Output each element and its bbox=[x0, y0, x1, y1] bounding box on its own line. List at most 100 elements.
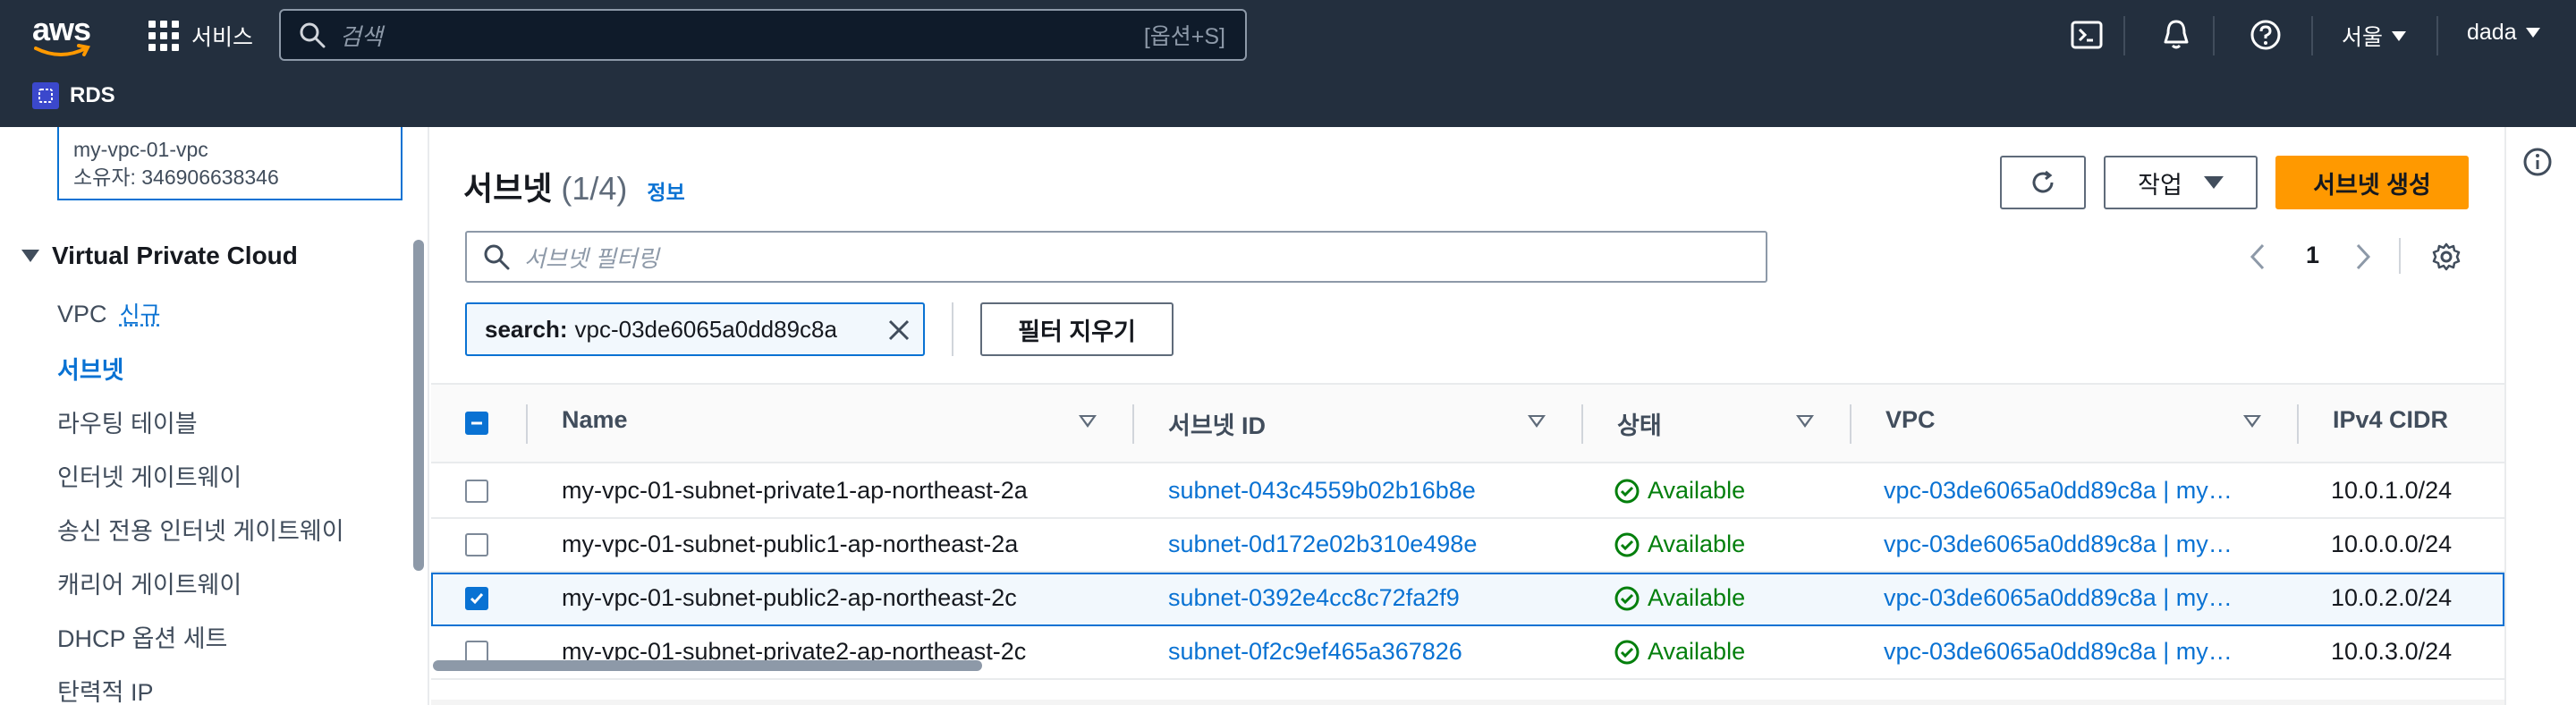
clear-filters-label: 필터 지우기 bbox=[1018, 318, 1136, 345]
top-navigation: aws 서비스 검색 [옵션+S] 서울 dada RDS bbox=[0, 0, 2576, 127]
sidebar-item-elastic-ips[interactable]: 탄력적 IP bbox=[57, 673, 154, 705]
actions-label: 작업 bbox=[2138, 171, 2182, 199]
sidebar-section-vpc[interactable]: Virtual Private Cloud bbox=[21, 242, 298, 270]
sidebar-item-internet-gateways[interactable]: 인터넷 게이트웨이 bbox=[57, 458, 242, 493]
nav-divider bbox=[2123, 16, 2125, 55]
subnet-id-link[interactable]: subnet-043c4559b02b16b8e bbox=[1168, 477, 1476, 505]
cloudshell-icon[interactable] bbox=[2070, 18, 2104, 52]
column-divider bbox=[1850, 404, 1852, 444]
sidebar-item-egress-only-igw[interactable]: 송신 전용 인터넷 게이트웨이 bbox=[57, 512, 344, 547]
column-divider bbox=[1581, 404, 1583, 444]
sidebar-item-carrier-gateways[interactable]: 캐리어 게이트웨이 bbox=[57, 565, 242, 600]
vpc-link[interactable]: vpc-03de6065a0dd89c8a | my… bbox=[1884, 584, 2233, 612]
gear-icon[interactable] bbox=[2431, 242, 2462, 272]
caret-down-icon bbox=[2525, 28, 2540, 38]
search-icon bbox=[300, 22, 326, 48]
sidebar-item-route-tables[interactable]: 라우팅 테이블 bbox=[57, 404, 198, 439]
table-row[interactable]: my-vpc-01-subnet-private1-ap-northeast-2… bbox=[431, 465, 2504, 519]
nav-divider bbox=[2436, 16, 2438, 55]
info-icon[interactable] bbox=[2522, 147, 2553, 177]
aws-smile-icon bbox=[34, 44, 90, 56]
search-placeholder: 검색 bbox=[340, 22, 383, 50]
table-row-selected[interactable]: my-vpc-01-subnet-public2-ap-northeast-2c… bbox=[431, 573, 2504, 626]
column-header-name[interactable]: Name bbox=[562, 406, 628, 434]
global-search-input[interactable]: 검색 [옵션+S] bbox=[279, 9, 1247, 61]
sidebar-item-vpc[interactable]: VPC 신규 bbox=[57, 297, 161, 329]
vpc-link[interactable]: vpc-03de6065a0dd89c8a | my… bbox=[1884, 477, 2233, 505]
sidebar-item-label: DHCP 옵션 세트 bbox=[57, 625, 228, 652]
refresh-icon bbox=[2032, 170, 2054, 193]
vpc-link[interactable]: vpc-03de6065a0dd89c8a | my… bbox=[1884, 531, 2233, 558]
status-badge: Available bbox=[1614, 531, 1745, 558]
sidebar-item-label: 송신 전용 인터넷 게이트웨이 bbox=[57, 518, 344, 545]
actions-button[interactable]: 작업 bbox=[2104, 156, 2258, 209]
sidebar-item-label: 서브넷 bbox=[57, 357, 124, 384]
nav-divider bbox=[2311, 16, 2313, 55]
row-checkbox[interactable] bbox=[465, 587, 488, 610]
row-checkbox[interactable] bbox=[465, 480, 488, 503]
refresh-button[interactable] bbox=[2000, 156, 2086, 209]
status-text: Available bbox=[1648, 638, 1746, 665]
selection-count: (1/4) bbox=[561, 170, 628, 207]
subnet-filter-input[interactable]: 서브넷 필터링 bbox=[465, 231, 1767, 283]
status-text: Available bbox=[1648, 477, 1746, 504]
subnet-id-link[interactable]: subnet-0f2c9ef465a367826 bbox=[1168, 638, 1462, 666]
sidebar-item-subnets[interactable]: 서브넷 bbox=[57, 351, 124, 386]
panel-header: 서브넷 (1/4) 정보 bbox=[463, 163, 685, 209]
table-row[interactable]: my-vpc-01-subnet-public1-ap-northeast-2a… bbox=[431, 519, 2504, 573]
sort-icon[interactable] bbox=[1079, 415, 1097, 428]
column-header-status[interactable]: 상태 bbox=[1617, 406, 1662, 441]
pager-divider bbox=[2399, 238, 2401, 274]
search-icon bbox=[484, 244, 510, 270]
current-page[interactable]: 1 bbox=[2306, 242, 2319, 269]
row-checkbox[interactable] bbox=[465, 533, 488, 556]
sidebar-item-dhcp-option-sets[interactable]: DHCP 옵션 세트 bbox=[57, 619, 227, 654]
new-badge: 신규 bbox=[119, 302, 161, 327]
table-horizontal-scrollbar[interactable] bbox=[433, 660, 982, 671]
caret-down-icon bbox=[2392, 30, 2407, 41]
sidebar-item-label: 캐리어 게이트웨이 bbox=[57, 572, 242, 599]
info-link[interactable]: 정보 bbox=[647, 175, 684, 206]
table-footer-strip bbox=[431, 700, 2504, 705]
subnet-id-link[interactable]: subnet-0392e4cc8c72fa2f9 bbox=[1168, 584, 1460, 612]
sidebar-item-label: 라우팅 테이블 bbox=[57, 411, 198, 437]
status-badge: Available bbox=[1614, 477, 1745, 505]
vpc-selector-card[interactable]: my-vpc-01-vpc 소유자: 346906638346 bbox=[57, 127, 402, 200]
subnet-id-link[interactable]: subnet-0d172e02b310e498e bbox=[1168, 531, 1477, 558]
create-subnet-label: 서브넷 생성 bbox=[2313, 171, 2431, 199]
close-icon[interactable] bbox=[886, 317, 912, 344]
sidebar-scrollbar[interactable] bbox=[413, 240, 424, 571]
column-header-vpc[interactable]: VPC bbox=[1885, 406, 1936, 434]
sort-icon[interactable] bbox=[2243, 415, 2261, 428]
sort-icon[interactable] bbox=[1796, 415, 1814, 428]
sidebar-item-label: 탄력적 IP bbox=[57, 679, 154, 705]
filter-divider bbox=[952, 302, 953, 356]
help-icon[interactable] bbox=[2249, 18, 2283, 52]
subnets-table: Name 서브넷 ID 상태 VPC IPv4 CIDR my-vpc-01-s… bbox=[431, 383, 2504, 705]
nav-divider bbox=[2213, 16, 2215, 55]
sidebar-section-title: Virtual Private Cloud bbox=[52, 242, 298, 269]
services-menu-button[interactable]: 서비스 bbox=[148, 18, 253, 54]
bell-icon[interactable] bbox=[2159, 18, 2193, 52]
account-menu[interactable]: dada bbox=[2467, 20, 2540, 46]
minus-icon bbox=[471, 421, 482, 425]
chevron-left-icon[interactable] bbox=[2247, 242, 2268, 272]
table-row[interactable]: my-vpc-01-subnet-private2-ap-northeast-2… bbox=[431, 626, 2504, 680]
status-text: Available bbox=[1648, 584, 1746, 611]
caret-down-icon bbox=[21, 250, 39, 262]
column-header-subnet-id[interactable]: 서브넷 ID bbox=[1168, 406, 1266, 441]
aws-logo[interactable]: aws bbox=[32, 11, 95, 63]
clear-filters-button[interactable]: 필터 지우기 bbox=[980, 302, 1174, 356]
subnet-name: my-vpc-01-subnet-private1-ap-northeast-2… bbox=[562, 477, 1028, 504]
select-all-checkbox[interactable] bbox=[465, 412, 488, 435]
check-circle-icon bbox=[1614, 479, 1640, 503]
service-shortcut-rds[interactable]: RDS bbox=[32, 82, 115, 109]
vpc-link[interactable]: vpc-03de6065a0dd89c8a | my… bbox=[1884, 638, 2233, 666]
column-divider bbox=[1132, 404, 1134, 444]
sort-icon[interactable] bbox=[1528, 415, 1546, 428]
region-menu[interactable]: 서울 bbox=[2342, 20, 2407, 52]
column-header-ipv4-cidr[interactable]: IPv4 CIDR bbox=[2333, 406, 2448, 434]
chevron-right-icon[interactable] bbox=[2352, 242, 2374, 272]
create-subnet-button[interactable]: 서브넷 생성 bbox=[2275, 156, 2469, 209]
sidebar: my-vpc-01-vpc 소유자: 346906638346 Virtual … bbox=[0, 127, 429, 705]
